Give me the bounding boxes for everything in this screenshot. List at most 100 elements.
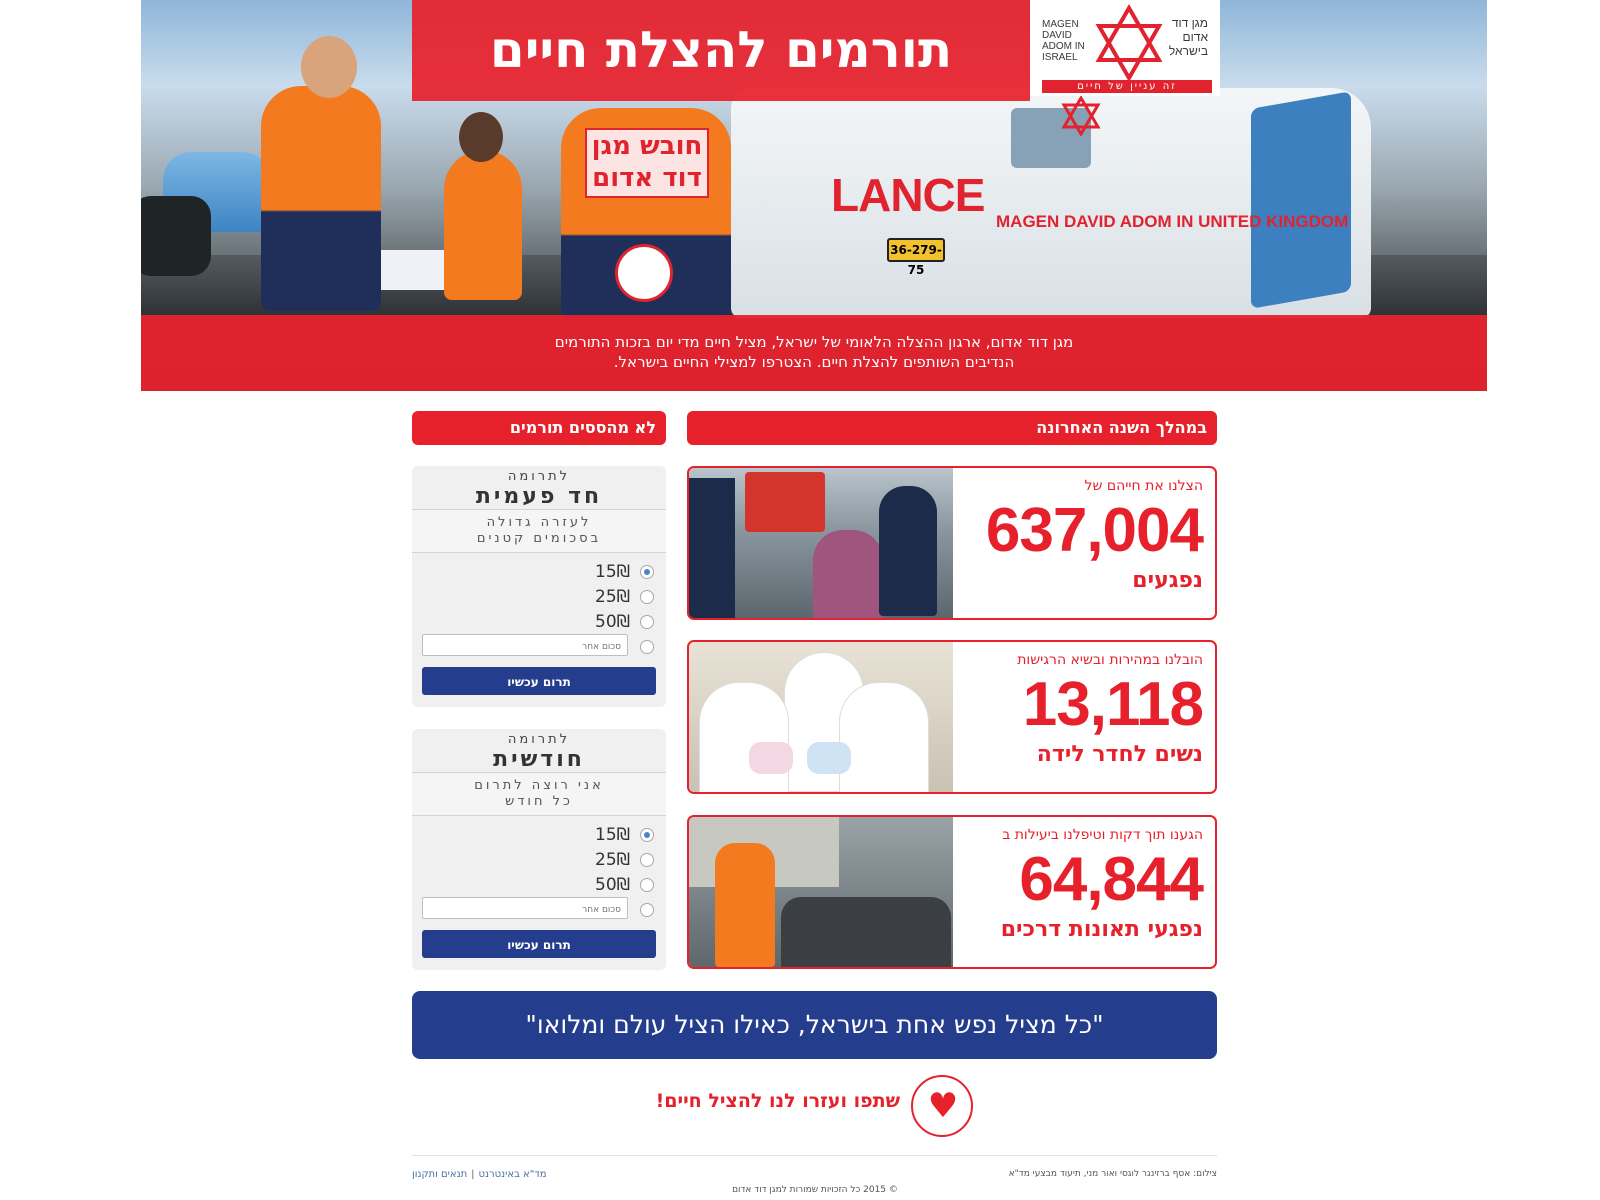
stat-text: הובלנו במהירות ובשיא הרגישות 13,118 נשים… bbox=[953, 650, 1204, 770]
donation-option-label: 15₪ bbox=[595, 825, 630, 845]
footer-links: מד"א באינטרנט | תנאים ותקנון bbox=[412, 1169, 547, 1180]
radio-button[interactable] bbox=[640, 878, 654, 892]
hero-description: מגן דוד אדום, ארגון ההצלה הלאומי של ישרא… bbox=[141, 315, 1487, 391]
hero-vest-logo bbox=[615, 244, 673, 302]
footer-photo-credit: צילום: אסף ברזינגר לוגסי ואור מני, תיעוד… bbox=[1008, 1169, 1217, 1179]
star-of-david-icon bbox=[1061, 96, 1101, 136]
hero-paramedic-1 bbox=[261, 86, 381, 311]
donation-option-label: 25₪ bbox=[595, 850, 630, 870]
stat-card-injured: הצלנו את חייהם של 637,004 נפגעים bbox=[687, 466, 1217, 620]
donation-title-big: חד פעמית bbox=[475, 484, 603, 509]
stat-card-births: הובלנו במהירות ובשיא הרגישות 13,118 נשים… bbox=[687, 640, 1217, 794]
heart-icon: ♥ bbox=[927, 1086, 959, 1126]
stat-label: נשים לחדר לידה bbox=[1036, 742, 1203, 767]
donate-now-button[interactable]: תרום עכשיו bbox=[422, 667, 656, 695]
stat-number: 637,004 bbox=[985, 496, 1204, 565]
radio-button[interactable] bbox=[640, 590, 654, 604]
stat-number: 13,118 bbox=[1022, 670, 1204, 739]
footer-separator: | bbox=[471, 1169, 475, 1180]
hero-paramedic-2 bbox=[444, 150, 522, 300]
donation-title-small: לתרומה bbox=[507, 732, 571, 747]
donation-option-25[interactable]: 25₪ bbox=[412, 584, 666, 609]
hero-description-line-1: מגן דוד אדום, ארגון ההצלה הלאומי של ישרא… bbox=[554, 333, 1074, 351]
donate-now-button[interactable]: תרום עכשיו bbox=[422, 930, 656, 958]
hero-description-line-2: הנדיבים השותפים להצלת חיים. הצטרפו למציל… bbox=[613, 353, 1015, 371]
stat-label: נפגעי תאונות דרכים bbox=[1000, 917, 1203, 942]
photo-crashed-car bbox=[781, 897, 951, 967]
donation-subtitle-line-1: לעזרה גדולה bbox=[486, 515, 592, 530]
hero-paramedic-2-head bbox=[459, 112, 503, 162]
share-cta-text: שתפו ועזרו לנו להציל חיים! bbox=[655, 1090, 900, 1112]
photo-baby-2 bbox=[807, 742, 851, 774]
quote-banner: "כל מציל נפש אחת בישראל, כאילו הציל עולם… bbox=[412, 991, 1217, 1059]
donation-option-50[interactable]: 50₪ bbox=[412, 872, 666, 897]
photo-woman bbox=[813, 530, 883, 618]
donation-option-other[interactable] bbox=[412, 897, 666, 922]
footer-divider bbox=[412, 1155, 1217, 1156]
stat-photo-births bbox=[689, 642, 953, 792]
footer-copyright: © 2015 כל הזכויות שמורות למגן דוד אדום bbox=[732, 1185, 898, 1195]
donation-subtitle-line-2: כל חודש bbox=[505, 794, 573, 809]
donation-monthly-box: לתרומה חודשית אני רוצה לתרום כל חודש 15₪… bbox=[412, 729, 666, 970]
hero-vest-label: חובש מגן דוד אדום bbox=[585, 128, 709, 198]
radio-button[interactable] bbox=[640, 565, 654, 579]
stat-text: הצלנו את חייהם של 637,004 נפגעים bbox=[953, 476, 1204, 596]
donation-option-15[interactable]: 15₪ bbox=[412, 822, 666, 847]
donation-box-title: לתרומה חד פעמית bbox=[412, 466, 666, 510]
stat-photo-accidents bbox=[689, 817, 953, 967]
donation-box-subtitle: אני רוצה לתרום כל חודש bbox=[412, 773, 666, 816]
hero-ambulance-door bbox=[1251, 91, 1351, 309]
logo-tagline: זה עניין של חיים bbox=[1042, 80, 1212, 93]
photo-paramedic-left bbox=[699, 682, 789, 792]
star-of-david-logo-icon bbox=[1095, 4, 1163, 82]
footer-link-internet[interactable]: מד"א באינטרנט bbox=[479, 1169, 547, 1180]
stat-label: נפגעים bbox=[1132, 568, 1203, 593]
donation-options: 15₪ 25₪ 50₪ bbox=[412, 816, 666, 922]
donate-section-header: לא מהססים תורמים bbox=[412, 411, 666, 445]
stat-text: הגענו תוך דקות וטיפלנו ביעילות ב 64,844 … bbox=[953, 825, 1204, 945]
donation-option-label: 50₪ bbox=[595, 875, 630, 895]
stats-section-header: במהלך השנה האחרונה bbox=[687, 411, 1217, 445]
hero-paramedic-1-head bbox=[301, 36, 357, 98]
other-amount-input[interactable] bbox=[422, 634, 628, 656]
donation-title-big: חודשית bbox=[493, 747, 585, 772]
donation-box-subtitle: לעזרה גדולה בסכומים קטנים bbox=[412, 510, 666, 553]
stat-card-accidents: הגענו תוך דקות וטיפלנו ביעילות ב 64,844 … bbox=[687, 815, 1217, 969]
mda-logo[interactable]: מגן דוד אדום בישראל MAGEN DAVID ADOM IN … bbox=[1030, 0, 1220, 96]
donation-title-small: לתרומה bbox=[507, 469, 571, 484]
photo-responder bbox=[715, 843, 775, 967]
donation-option-15[interactable]: 15₪ bbox=[412, 559, 666, 584]
radio-button[interactable] bbox=[640, 828, 654, 842]
share-heart-button[interactable]: ♥ bbox=[911, 1075, 973, 1137]
radio-button[interactable] bbox=[640, 853, 654, 867]
donation-option-other[interactable] bbox=[412, 634, 666, 659]
stat-caption: הובלנו במהירות ובשיא הרגישות bbox=[1017, 652, 1203, 668]
radio-button[interactable] bbox=[640, 615, 654, 629]
donation-box-title: לתרומה חודשית bbox=[412, 729, 666, 773]
hero-ambulance-uk-text: MAGEN DAVID ADOM IN UNITED KINGDOM bbox=[996, 212, 1349, 231]
hero-license-plate: 36-279-75 bbox=[887, 238, 945, 277]
donation-option-25[interactable]: 25₪ bbox=[412, 847, 666, 872]
donation-options: 15₪ 25₪ 50₪ bbox=[412, 553, 666, 659]
donation-option-label: 15₪ bbox=[595, 562, 630, 582]
donation-subtitle-line-2: בסכומים קטנים bbox=[476, 531, 602, 546]
page-title: תורמים להצלת חיים bbox=[412, 0, 1030, 101]
photo-baby-1 bbox=[749, 742, 793, 774]
photo-medic-left bbox=[689, 478, 735, 618]
logo-english-text: MAGEN DAVID ADOM IN ISRAEL bbox=[1042, 19, 1085, 63]
radio-button[interactable] bbox=[640, 640, 654, 654]
donation-option-label: 50₪ bbox=[595, 612, 630, 632]
stat-photo-injured bbox=[689, 468, 953, 618]
photo-medic bbox=[879, 486, 937, 616]
stat-caption: הגענו תוך דקות וטיפלנו ביעילות ב bbox=[1002, 827, 1203, 843]
footer-link-terms[interactable]: תנאים ותקנון bbox=[412, 1169, 467, 1180]
donation-subtitle-line-1: אני רוצה לתרום bbox=[474, 778, 604, 793]
hero-car-dark bbox=[141, 196, 211, 276]
donation-option-50[interactable]: 50₪ bbox=[412, 609, 666, 634]
radio-button[interactable] bbox=[640, 903, 654, 917]
photo-paramedic-right bbox=[839, 682, 929, 792]
other-amount-input[interactable] bbox=[422, 897, 628, 919]
stat-number: 64,844 bbox=[1019, 845, 1204, 914]
photo-fire-truck bbox=[745, 472, 825, 532]
donation-option-label: 25₪ bbox=[595, 587, 630, 607]
